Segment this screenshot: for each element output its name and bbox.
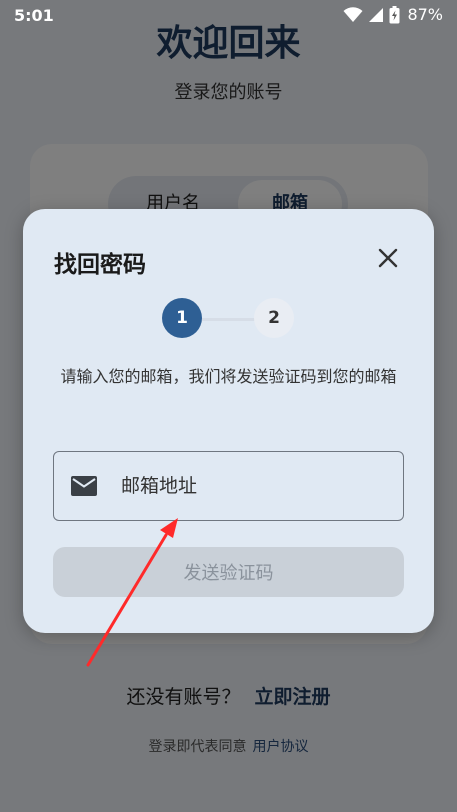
email-field[interactable]	[53, 451, 404, 521]
mail-icon	[71, 474, 99, 498]
email-input[interactable]	[121, 475, 361, 497]
wifi-icon	[343, 6, 363, 23]
close-button[interactable]	[369, 241, 407, 279]
status-icons: 87%	[343, 5, 443, 24]
step-2: 2	[254, 298, 294, 338]
step-1: 1	[162, 298, 202, 338]
step-indicator: 1 2	[162, 298, 296, 340]
step-connector	[202, 318, 256, 321]
battery-icon	[389, 5, 400, 24]
close-icon	[378, 248, 398, 272]
send-code-button[interactable]: 发送验证码	[53, 547, 404, 597]
signal-icon	[368, 7, 384, 23]
status-time: 5:01	[14, 6, 54, 25]
forgot-password-dialog: 找回密码 1 2 请输入您的邮箱，我们将发送验证码到您的邮箱 发送验证码	[23, 209, 434, 633]
dialog-title: 找回密码	[54, 252, 146, 278]
status-bar: 5:01 87%	[0, 0, 457, 32]
battery-level: 87%	[407, 5, 443, 24]
dialog-description: 请输入您的邮箱，我们将发送验证码到您的邮箱	[60, 367, 397, 386]
